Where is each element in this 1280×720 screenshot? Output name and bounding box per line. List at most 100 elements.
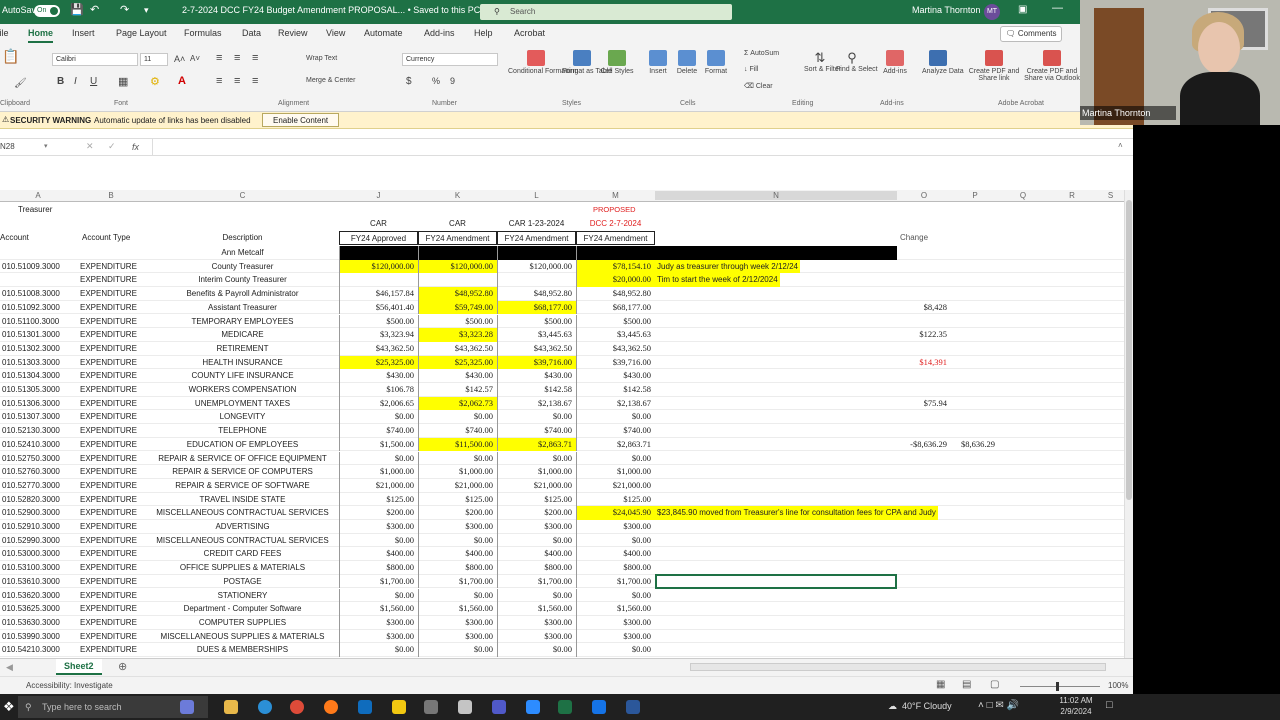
cell-j[interactable]: $300.00 [339, 615, 418, 630]
cell-p[interactable] [951, 397, 999, 411]
cell-b[interactable]: EXPENDITURE [78, 547, 146, 561]
cell-p[interactable] [951, 506, 999, 520]
cell-l[interactable]: $300.00 [497, 615, 576, 630]
cell-c[interactable]: REPAIR & SERVICE OF SOFTWARE [146, 479, 339, 493]
cell-b[interactable]: EXPENDITURE [78, 342, 146, 356]
cell-c[interactable]: TRAVEL INSIDE STATE [146, 493, 339, 507]
cell-o[interactable]: $75.94 [897, 397, 951, 411]
cell-j[interactable] [339, 246, 418, 260]
cell-l[interactable]: $0.00 [497, 451, 576, 466]
cell-b[interactable]: EXPENDITURE [78, 534, 146, 548]
cell-c[interactable]: MISCELLANEOUS SUPPLIES & MATERIALS [146, 630, 339, 644]
cell-j[interactable]: $56,401.40 [339, 300, 418, 315]
cell-o[interactable] [897, 452, 951, 466]
horizontal-scrollbar[interactable] [690, 663, 1106, 671]
cell-c[interactable]: TEMPORARY EMPLOYEES [146, 315, 339, 329]
cell-l[interactable]: $1,560.00 [497, 602, 576, 616]
worksheet-grid[interactable]: Treasurer PROPOSED CAR CAR CAR 1-23-2024… [0, 203, 1124, 658]
tab-automate[interactable]: Automate [364, 28, 403, 38]
cell-o[interactable]: $8,428 [897, 301, 951, 315]
cell-m[interactable]: $0.00 [576, 643, 655, 657]
scroll-thumb[interactable] [1126, 200, 1132, 500]
cell-a[interactable]: 010.52770.3000 [0, 479, 76, 493]
cell-o[interactable] [897, 561, 951, 575]
cell-b[interactable]: EXPENDITURE [78, 602, 146, 616]
cell-c[interactable]: HEALTH INSURANCE [146, 356, 339, 370]
cell-o[interactable]: $122.35 [897, 328, 951, 342]
cell-k[interactable]: $500.00 [418, 314, 497, 329]
cell-k[interactable]: $3,323.28 [418, 328, 497, 342]
weather-text[interactable]: 40°F Cloudy [902, 701, 952, 711]
cell-k[interactable]: $125.00 [418, 492, 497, 507]
cell-m[interactable]: $300.00 [576, 615, 655, 630]
cell-m[interactable]: $2,138.67 [576, 396, 655, 411]
column-header[interactable]: O [897, 191, 951, 200]
cell-o[interactable]: $14,391 [897, 356, 951, 370]
cell-j[interactable]: $0.00 [339, 451, 418, 466]
system-tray-icons[interactable]: ˄ □ ✉ 🔊 [978, 700, 1019, 711]
cell-b[interactable]: EXPENDITURE [78, 465, 146, 479]
find-select-button[interactable]: ⚲ Find & Select [836, 50, 878, 73]
cell-k[interactable]: $25,325.00 [418, 355, 497, 370]
cell-l[interactable]: $2,138.67 [497, 396, 576, 411]
cell-j[interactable]: $1,700.00 [339, 574, 418, 589]
firefox-icon[interactable] [324, 700, 338, 714]
cell-j[interactable]: $1,000.00 [339, 465, 418, 479]
cell-k[interactable]: $740.00 [418, 424, 497, 438]
cell-n[interactable] [655, 643, 897, 657]
cell-b[interactable]: EXPENDITURE [78, 328, 146, 342]
cell-b[interactable]: EXPENDITURE [78, 493, 146, 507]
cell-n[interactable] [655, 383, 897, 397]
undo-icon[interactable]: ↶ [90, 3, 99, 16]
cell-p[interactable] [951, 246, 999, 260]
column-header[interactable]: S [1097, 191, 1124, 200]
cell-n[interactable] [655, 534, 897, 548]
font-size-select[interactable]: 11 [140, 53, 168, 66]
cell-n[interactable] [655, 493, 897, 507]
cell-b[interactable]: EXPENDITURE [78, 438, 146, 452]
cell-j[interactable]: $400.00 [339, 547, 418, 562]
cell-l[interactable]: $1,000.00 [497, 465, 576, 479]
cell-m[interactable]: $20,000.00 [576, 273, 655, 288]
cell-o[interactable] [897, 643, 951, 657]
add-ins-button[interactable]: Add-ins [880, 50, 910, 75]
cell-l[interactable]: $21,000.00 [497, 478, 576, 493]
cell-m[interactable]: $400.00 [576, 547, 655, 562]
cell-b[interactable]: EXPENDITURE [78, 397, 146, 411]
cell-p[interactable] [951, 602, 999, 616]
cell-n[interactable] [655, 287, 897, 301]
cell-c[interactable]: COMPUTER SUPPLIES [146, 616, 339, 630]
cell-b[interactable]: EXPENDITURE [78, 616, 146, 630]
task-view-icon[interactable] [180, 700, 194, 714]
cell-p[interactable] [951, 479, 999, 493]
cell-o[interactable] [897, 465, 951, 479]
cell-n[interactable] [655, 356, 897, 370]
cell-o[interactable] [897, 630, 951, 644]
cell-c[interactable]: Assistant Treasurer [146, 301, 339, 315]
cell-k[interactable]: $800.00 [418, 561, 497, 575]
cell-c[interactable]: Ann Metcalf [146, 246, 339, 260]
cell-j[interactable]: $21,000.00 [339, 478, 418, 493]
cell-l[interactable]: $300.00 [497, 520, 576, 534]
sheet-section-title[interactable]: Treasurer [18, 203, 52, 217]
search-input[interactable]: ⚲ Search [480, 4, 732, 20]
app-icon[interactable] [458, 700, 472, 714]
cell-a[interactable]: 010.53630.3000 [0, 616, 76, 630]
align-middle-icon[interactable]: ≡ [234, 52, 240, 64]
cell-b[interactable]: EXPENDITURE [78, 575, 146, 589]
cell-c[interactable]: LONGEVITY [146, 410, 339, 424]
cell-m[interactable]: $800.00 [576, 561, 655, 575]
cell-b[interactable]: EXPENDITURE [78, 369, 146, 383]
cell-o[interactable] [897, 246, 951, 260]
cell-j[interactable]: $200.00 [339, 506, 418, 520]
cell-m[interactable]: $43,362.50 [576, 341, 655, 356]
zoom-app-icon[interactable] [526, 700, 540, 714]
header-fy24-amendment-l[interactable]: FY24 Amendment [497, 231, 576, 245]
cell-j[interactable]: $120,000.00 [339, 259, 418, 274]
file-title[interactable]: 2-7-2024 DCC FY24 Budget Amendment PROPO… [182, 5, 480, 15]
edge-icon[interactable] [258, 700, 272, 714]
cell-n[interactable] [655, 630, 897, 644]
cell-l[interactable] [497, 246, 576, 260]
tab-home[interactable]: Home [28, 28, 54, 43]
cell-p[interactable] [951, 534, 999, 548]
